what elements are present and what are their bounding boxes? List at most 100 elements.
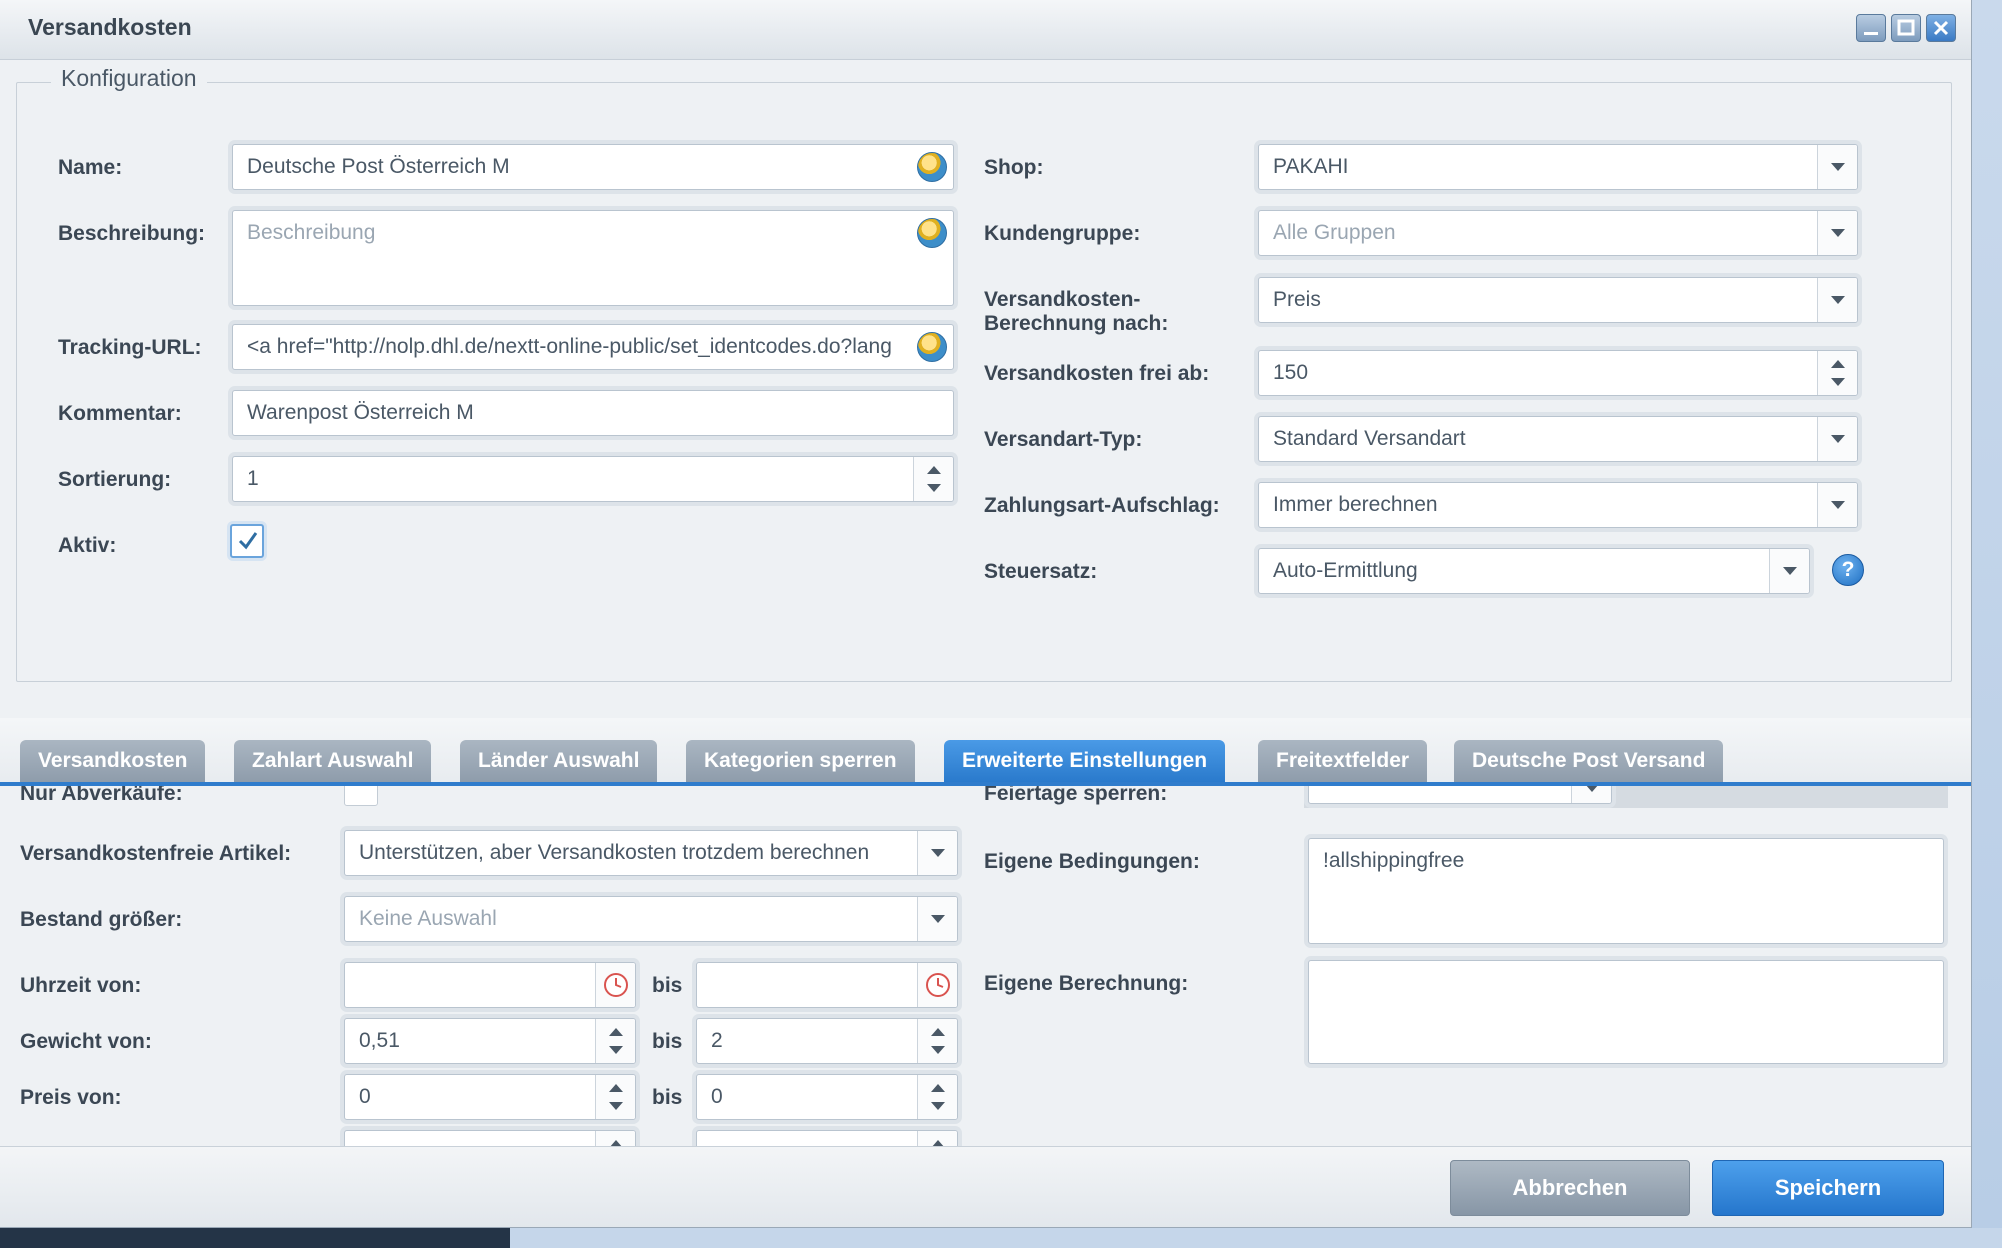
- name-label: Name:: [58, 156, 123, 179]
- chevron-down-icon[interactable]: [1817, 483, 1857, 527]
- bestand-placeholder: Keine Auswahl: [359, 907, 497, 930]
- bestand-label: Bestand größer:: [20, 908, 183, 931]
- sortierung-spin-icon[interactable]: [913, 457, 953, 501]
- kundengruppe-select[interactable]: Alle Gruppen: [1258, 210, 1858, 256]
- aktiv-label: Aktiv:: [58, 534, 117, 557]
- uhrzeit-bis-input[interactable]: [696, 962, 958, 1008]
- chevron-down-icon[interactable]: [1817, 211, 1857, 255]
- feiertage-select[interactable]: [1308, 786, 1612, 804]
- shop-label: Shop:: [984, 156, 1044, 179]
- cancel-button[interactable]: Abbrechen: [1450, 1160, 1690, 1216]
- chevron-down-icon[interactable]: [917, 831, 957, 875]
- tab-laender-auswahl[interactable]: Länder Auswahl: [460, 740, 658, 782]
- spin-icon[interactable]: [917, 1131, 957, 1146]
- partially-hidden-stepper[interactable]: [344, 1130, 636, 1146]
- aktiv-checkbox[interactable]: [230, 524, 264, 558]
- eigene-bedingungen-label: Eigene Bedingungen:: [984, 850, 1200, 873]
- preis-bis-spin-icon[interactable]: [917, 1075, 957, 1119]
- bis-label: bis: [652, 974, 683, 997]
- tab-zahlart-auswahl[interactable]: Zahlart Auswahl: [234, 740, 432, 782]
- erweiterte-einstellungen-panel[interactable]: Nur Abverkäufe: Versandkostenfreie Artik…: [0, 786, 1971, 1146]
- uhrzeit-label: Uhrzeit von:: [20, 974, 142, 997]
- eigene-berechnung-textarea[interactable]: [1308, 960, 1944, 1064]
- steuersatz-select[interactable]: Auto-Ermittlung: [1258, 548, 1810, 594]
- kommentar-input[interactable]: Warenpost Österreich M: [232, 390, 954, 436]
- preis-von-spin-icon[interactable]: [595, 1075, 635, 1119]
- gewicht-von-spin-icon[interactable]: [595, 1019, 635, 1063]
- name-input[interactable]: Deutsche Post Österreich M: [232, 144, 954, 190]
- sortierung-stepper[interactable]: 1: [232, 456, 954, 502]
- save-button[interactable]: Speichern: [1712, 1160, 1944, 1216]
- tab-versandkosten[interactable]: Versandkosten: [20, 740, 206, 782]
- preis-von-value: 0: [359, 1085, 371, 1108]
- gewicht-label: Gewicht von:: [20, 1030, 152, 1053]
- uhrzeit-von-input[interactable]: [344, 962, 636, 1008]
- versandart-typ-value: Standard Versandart: [1273, 427, 1466, 450]
- tab-kategorien-sperren[interactable]: Kategorien sperren: [686, 740, 915, 782]
- bestand-select[interactable]: Keine Auswahl: [344, 896, 958, 942]
- shop-value: PAKAHI: [1273, 155, 1349, 178]
- chevron-down-icon[interactable]: [1817, 278, 1857, 322]
- close-icon[interactable]: [1926, 14, 1956, 42]
- partially-hidden-stepper[interactable]: [696, 1130, 958, 1146]
- gewicht-bis-stepper[interactable]: 2: [696, 1018, 958, 1064]
- taskbar-dark-strip: [0, 1228, 510, 1248]
- clock-icon[interactable]: [917, 963, 957, 1007]
- versandkostenfreie-artikel-value: Unterstützen, aber Versandkosten trotzde…: [359, 841, 870, 864]
- window-titlebar[interactable]: Versandkosten: [0, 0, 1971, 60]
- sortierung-value: 1: [247, 467, 259, 490]
- gewicht-von-stepper[interactable]: 0,51: [344, 1018, 636, 1064]
- aufschlag-value: Immer berechnen: [1273, 493, 1438, 516]
- preis-bis-value: 0: [711, 1085, 723, 1108]
- chevron-down-icon[interactable]: [1817, 417, 1857, 461]
- preis-von-stepper[interactable]: 0: [344, 1074, 636, 1120]
- tab-deutsche-post-versand[interactable]: Deutsche Post Versand: [1454, 740, 1724, 782]
- spin-icon[interactable]: [595, 1131, 635, 1146]
- preis-bis-stepper[interactable]: 0: [696, 1074, 958, 1120]
- frei-ab-spin-icon[interactable]: [1817, 351, 1857, 395]
- globe-translate-icon[interactable]: [917, 152, 947, 182]
- globe-translate-icon[interactable]: [917, 218, 947, 248]
- tracking-url-input[interactable]: <a href="http://nolp.dhl.de/nextt-online…: [232, 324, 954, 370]
- tab-freitextfelder[interactable]: Freitextfelder: [1258, 740, 1428, 782]
- chevron-down-icon[interactable]: [1769, 549, 1809, 593]
- tracking-url-label: Tracking-URL:: [58, 336, 202, 359]
- beschreibung-placeholder: Beschreibung: [247, 221, 376, 244]
- bis-label: bis: [652, 1086, 683, 1109]
- checkmark-icon: [238, 532, 258, 550]
- aufschlag-select[interactable]: Immer berechnen: [1258, 482, 1858, 528]
- versandkostenfreie-artikel-label: Versandkostenfreie Artikel:: [20, 842, 292, 865]
- gewicht-bis-spin-icon[interactable]: [917, 1019, 957, 1063]
- versandart-typ-select[interactable]: Standard Versandart: [1258, 416, 1858, 462]
- nur-abverkaeufe-checkbox[interactable]: [344, 786, 378, 806]
- sortierung-label: Sortierung:: [58, 468, 172, 491]
- berechnung-select[interactable]: Preis: [1258, 277, 1858, 323]
- aufschlag-label: Zahlungsart-Aufschlag:: [984, 494, 1220, 517]
- tab-erweiterte-einstellungen[interactable]: Erweiterte Einstellungen: [944, 740, 1226, 782]
- eigene-bedingungen-textarea[interactable]: !allshippingfree: [1308, 838, 1944, 944]
- maximize-icon[interactable]: [1891, 14, 1921, 42]
- frei-ab-stepper[interactable]: 150: [1258, 350, 1858, 396]
- desktop-background: [1972, 0, 2002, 1228]
- versandkostenfreie-artikel-select[interactable]: Unterstützen, aber Versandkosten trotzde…: [344, 830, 958, 876]
- beschreibung-textarea[interactable]: Beschreibung: [232, 210, 954, 306]
- kommentar-value: Warenpost Österreich M: [247, 401, 474, 424]
- globe-translate-icon[interactable]: [917, 332, 947, 362]
- steuersatz-label: Steuersatz:: [984, 560, 1098, 583]
- gewicht-bis-value: 2: [711, 1029, 723, 1052]
- name-value: Deutsche Post Österreich M: [247, 155, 510, 178]
- chevron-down-icon[interactable]: [917, 897, 957, 941]
- versandart-typ-label: Versandart-Typ:: [984, 428, 1143, 451]
- versandkosten-window: Versandkosten Konfiguration Name: Deutsc…: [0, 0, 1972, 1228]
- shop-select[interactable]: PAKAHI: [1258, 144, 1858, 190]
- feiertage-label: Feiertage sperren:: [984, 786, 1168, 805]
- minimize-icon[interactable]: [1856, 14, 1886, 42]
- eigene-bedingungen-value: !allshippingfree: [1323, 849, 1465, 872]
- clock-icon[interactable]: [595, 963, 635, 1007]
- berechnung-value: Preis: [1273, 288, 1321, 311]
- chevron-down-icon[interactable]: [1817, 145, 1857, 189]
- gewicht-von-value: 0,51: [359, 1029, 400, 1052]
- help-icon[interactable]: ?: [1832, 554, 1864, 586]
- eigene-berechnung-label: Eigene Berechnung:: [984, 972, 1189, 995]
- chevron-down-icon[interactable]: [1571, 786, 1611, 803]
